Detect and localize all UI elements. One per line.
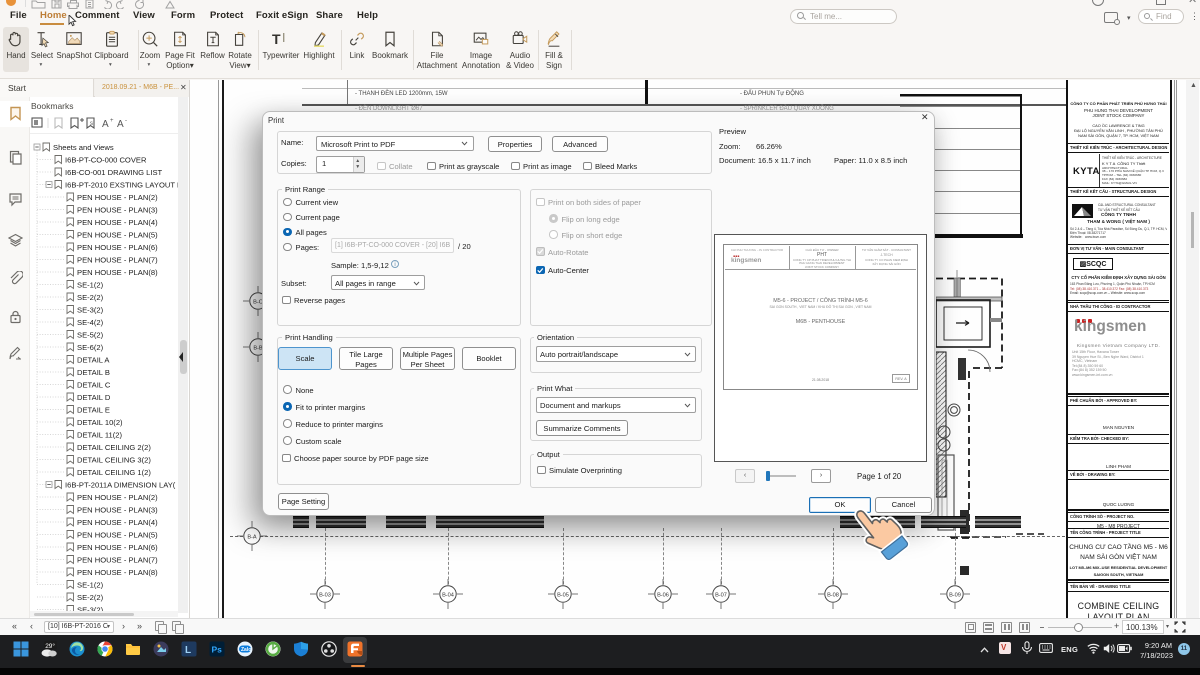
svg-text:A: A xyxy=(102,119,109,129)
svg-text:SE-1(2): SE-1(2) xyxy=(77,280,104,289)
svg-text:PEN HOUSE - PLAN(4): PEN HOUSE - PLAN(4) xyxy=(77,518,158,527)
svg-text:Sheets and Views: Sheets and Views xyxy=(53,143,114,152)
svg-text:SE-6(2): SE-6(2) xyxy=(77,343,104,352)
svg-text:SE-1(2): SE-1(2) xyxy=(77,580,104,589)
svg-text:PEN HOUSE - PLAN(6): PEN HOUSE - PLAN(6) xyxy=(77,543,158,552)
svg-text:PEN HOUSE - PLAN(3): PEN HOUSE - PLAN(3) xyxy=(77,505,158,514)
svg-text:SE-2(2): SE-2(2) xyxy=(77,293,104,302)
svg-text:I6B-PT-2010 EXSTING LAYOUT P: I6B-PT-2010 EXSTING LAYOUT P xyxy=(65,180,180,189)
svg-text:DETAIL 10(2): DETAIL 10(2) xyxy=(77,418,123,427)
svg-text:-: - xyxy=(125,118,127,124)
svg-text:B-07: B-07 xyxy=(715,592,727,598)
svg-text:PEN HOUSE - PLAN(5): PEN HOUSE - PLAN(5) xyxy=(77,230,158,239)
svg-text:PEN HOUSE - PLAN(7): PEN HOUSE - PLAN(7) xyxy=(77,255,158,264)
svg-text:PEN HOUSE - PLAN(2): PEN HOUSE - PLAN(2) xyxy=(77,493,158,502)
svg-text:L: L xyxy=(185,645,191,656)
svg-text:PEN HOUSE - PLAN(3): PEN HOUSE - PLAN(3) xyxy=(77,205,158,214)
svg-text:+: + xyxy=(110,118,114,124)
svg-text:I6B-PT-CO-000 COVER: I6B-PT-CO-000 COVER xyxy=(65,155,147,164)
svg-text:I6B-CO-001 DRAWING LIST: I6B-CO-001 DRAWING LIST xyxy=(65,168,163,177)
svg-text:DETAIL CEILING 2(2): DETAIL CEILING 2(2) xyxy=(77,443,151,452)
svg-text:DETAIL CEILING 1(2): DETAIL CEILING 1(2) xyxy=(77,468,151,477)
svg-text:PEN HOUSE - PLAN(5): PEN HOUSE - PLAN(5) xyxy=(77,530,158,539)
svg-text:SE-4(2): SE-4(2) xyxy=(77,318,104,327)
svg-text:B-08: B-08 xyxy=(827,592,839,598)
svg-text:DETAIL E: DETAIL E xyxy=(77,405,110,414)
svg-text:PEN HOUSE - PLAN(8): PEN HOUSE - PLAN(8) xyxy=(77,568,158,577)
svg-text:B-05: B-05 xyxy=(557,592,569,598)
svg-text:B-A: B-A xyxy=(247,534,257,540)
svg-text:PEN HOUSE - PLAN(8): PEN HOUSE - PLAN(8) xyxy=(77,268,158,277)
svg-text:B-04: B-04 xyxy=(442,592,454,598)
svg-text:SE-2(2): SE-2(2) xyxy=(77,593,104,602)
svg-text:Zalo: Zalo xyxy=(241,647,251,653)
svg-text:DETAIL A: DETAIL A xyxy=(77,355,110,364)
svg-text:B-06: B-06 xyxy=(657,592,669,598)
svg-text:PEN HOUSE - PLAN(6): PEN HOUSE - PLAN(6) xyxy=(77,243,158,252)
svg-text:B-09: B-09 xyxy=(949,592,961,598)
svg-text:DETAIL 11(2): DETAIL 11(2) xyxy=(77,430,122,439)
svg-text:DETAIL C: DETAIL C xyxy=(77,380,111,389)
svg-text:SE-5(2): SE-5(2) xyxy=(77,330,104,339)
svg-text:PEN HOUSE - PLAN(7): PEN HOUSE - PLAN(7) xyxy=(77,555,158,564)
svg-text:Ps: Ps xyxy=(212,645,223,655)
svg-text:B-03: B-03 xyxy=(319,592,331,598)
svg-text:DETAIL D: DETAIL D xyxy=(77,393,111,402)
svg-text:PEN HOUSE - PLAN(4): PEN HOUSE - PLAN(4) xyxy=(77,218,158,227)
svg-text:PEN HOUSE - PLAN(2): PEN HOUSE - PLAN(2) xyxy=(77,193,158,202)
svg-text:SE-3(2): SE-3(2) xyxy=(77,305,104,314)
svg-text:DETAIL B: DETAIL B xyxy=(77,368,110,377)
svg-text:A: A xyxy=(117,119,124,129)
svg-text:29°: 29° xyxy=(45,642,55,650)
svg-text:DETAIL CEILING 3(2): DETAIL CEILING 3(2) xyxy=(77,455,151,464)
svg-text:I6B-PT-2011A DIMENSION LAY(: I6B-PT-2011A DIMENSION LAY( xyxy=(65,480,176,489)
svg-text:s: s xyxy=(90,121,93,127)
